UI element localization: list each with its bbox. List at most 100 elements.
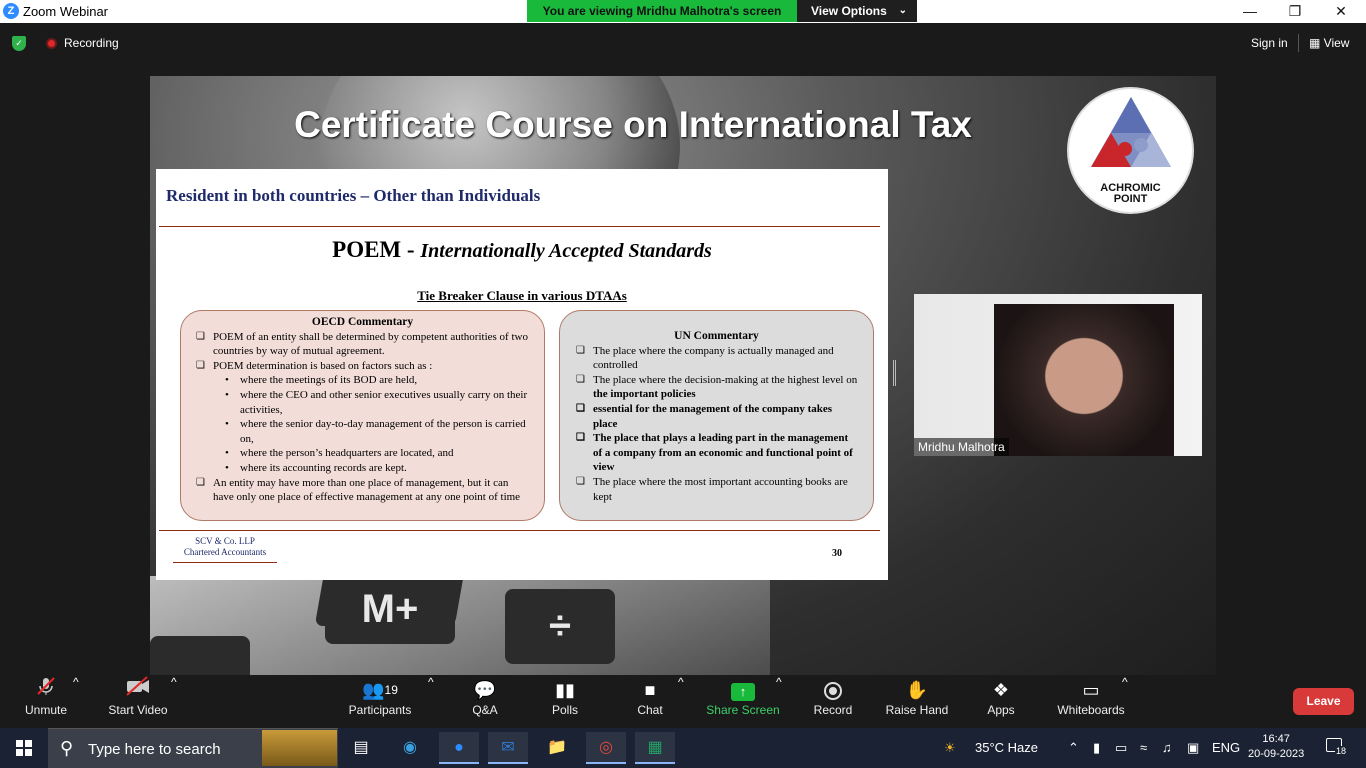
list-item: The place where the decision-making at t… <box>560 373 873 402</box>
share-screen-label: Share Screen <box>706 703 780 717</box>
weather-text[interactable]: 35°C Haze <box>975 740 1038 755</box>
qa-button[interactable]: 💬 Q&A <box>466 675 504 728</box>
list-item: essential for the management of the comp… <box>560 402 873 431</box>
sign-in-link[interactable]: Sign in <box>1251 36 1288 50</box>
record-icon <box>824 682 842 700</box>
battery-icon[interactable]: ▭ <box>1115 740 1127 756</box>
chat-caret[interactable]: ^ <box>678 675 684 728</box>
chrome-browser-icon[interactable]: ◎ <box>586 732 626 764</box>
search-placeholder: Type here to search <box>88 741 221 758</box>
hand-icon: ✋ <box>905 680 929 700</box>
viewing-screen-banner: You are viewing Mridhu Malhotra's screen <box>527 0 797 22</box>
list-item: where its accounting records are kept. <box>181 461 544 476</box>
achromic-point-logo: ACHROMIC POINT <box>1067 87 1194 214</box>
windows-start-icon[interactable] <box>16 740 32 756</box>
firm-footer: SCV & Co. LLP Chartered Accountants <box>173 536 277 563</box>
language-indicator[interactable]: ENG <box>1212 740 1240 755</box>
video-options-caret[interactable]: ^ <box>171 675 177 728</box>
recording-dot-icon <box>46 38 57 49</box>
speaker-video[interactable]: Mridhu Malhotra <box>914 294 1202 456</box>
polls-button[interactable]: ▮▮ Polls <box>546 675 584 728</box>
raise-hand-button[interactable]: ✋ Raise Hand <box>885 675 949 728</box>
wifi-icon[interactable]: ≈ <box>1140 740 1147 755</box>
clock-date: 20-09-2023 <box>1248 748 1305 760</box>
divider <box>1298 34 1299 52</box>
participants-button[interactable]: 👥19 Participants <box>346 675 414 728</box>
qa-label: Q&A <box>472 703 498 717</box>
course-title: Certificate Course on International Tax <box>294 104 972 145</box>
firm-subtitle: Chartered Accountants <box>183 547 267 557</box>
outlook-icon[interactable]: ✉ <box>488 732 528 764</box>
unmute-button[interactable]: Unmute <box>20 675 72 728</box>
list-item: The place where the most important accou… <box>560 475 873 504</box>
start-video-button[interactable]: Start Video <box>106 675 170 728</box>
view-label: View <box>1323 36 1350 50</box>
apps-icon: ❖ <box>992 680 1010 700</box>
list-item: where the meetings of its BOD are held, <box>181 373 544 388</box>
recording-label[interactable]: Recording <box>64 36 119 50</box>
whiteboards-label: Whiteboards <box>1057 703 1125 717</box>
participants-caret[interactable]: ^ <box>428 675 434 728</box>
minimize-button[interactable]: — <box>1227 0 1273 22</box>
meeting-topbar: ✓ Recording Sign in ▦ View <box>0 23 1366 63</box>
whiteboards-button[interactable]: ▭ Whiteboards <box>1055 675 1127 728</box>
whiteboards-caret[interactable]: ^ <box>1122 675 1128 728</box>
poem-main: POEM - <box>332 237 421 262</box>
un-list: The place where the company is actually … <box>560 344 873 505</box>
leave-button[interactable]: Leave <box>1293 688 1354 715</box>
window-title: Zoom Webinar <box>23 4 109 19</box>
resize-handle[interactable] <box>893 360 896 386</box>
list-item: The place where the company is actually … <box>560 344 873 373</box>
unmute-label: Unmute <box>24 703 68 717</box>
clock-time: 16:47 <box>1262 733 1290 745</box>
participants-label: Participants <box>348 703 412 717</box>
file-explorer-icon[interactable]: 📁 <box>537 732 577 764</box>
puzzle-triangle-icon <box>1091 97 1171 167</box>
share-screen-button[interactable]: ↑ Share Screen <box>706 675 780 728</box>
apps-button[interactable]: ❖ Apps <box>984 675 1018 728</box>
tie-breaker-heading: Tie Breaker Clause in various DTAAs <box>417 288 627 303</box>
slide-heading: Resident in both countries – Other than … <box>166 186 541 205</box>
speaker-name: Mridhu Malhotra <box>914 438 1009 456</box>
speaker-image <box>994 304 1174 456</box>
record-label: Record <box>813 703 853 717</box>
window-titlebar: Z Zoom Webinar You are viewing Mridhu Ma… <box>0 0 1366 23</box>
slide-page-number: 30 <box>832 548 842 559</box>
chevron-up-icon[interactable]: ⌃ <box>1068 740 1079 756</box>
list-item: where the senior day-to-day management o… <box>181 417 544 446</box>
excel-icon[interactable]: ▦ <box>635 732 675 764</box>
view-options-label: View Options <box>811 4 887 18</box>
grid-icon: ▦ <box>1309 36 1324 50</box>
shield-icon[interactable]: ✓ <box>12 36 26 51</box>
microphone-muted-icon <box>20 675 72 703</box>
weather-icon[interactable]: ☀ <box>944 740 956 756</box>
share-arrow-icon: ↑ <box>731 683 755 701</box>
audio-options-caret[interactable]: ^ <box>73 675 79 728</box>
oecd-title: OECD Commentary <box>311 316 414 328</box>
record-button[interactable]: Record <box>812 675 854 728</box>
edge-browser-icon[interactable]: ◉ <box>390 732 430 764</box>
system-clock[interactable]: 16:47 20-09-2023 <box>1248 732 1304 762</box>
share-caret[interactable]: ^ <box>776 675 782 728</box>
presentation-slide: Resident in both countries – Other than … <box>156 169 888 580</box>
notification-count: 18 <box>1335 746 1348 756</box>
task-view-icon[interactable]: ▤ <box>341 732 381 764</box>
maximize-button[interactable]: ❐ <box>1272 0 1318 22</box>
zoom-app-icon[interactable]: ● <box>439 732 479 764</box>
notification-icon[interactable]: 18 <box>1326 738 1348 756</box>
camera-off-icon <box>106 675 170 703</box>
calculator-key-divide: ÷ <box>505 589 615 664</box>
meet-now-icon[interactable]: ▣ <box>1187 740 1199 756</box>
close-button[interactable]: ✕ <box>1318 0 1364 22</box>
list-item-text: The place where the decision-making at t… <box>593 373 858 386</box>
view-options-button[interactable]: View Options ⌄ <box>797 0 917 22</box>
qa-icon: 💬 <box>473 680 497 700</box>
microphone-icon[interactable]: ▮ <box>1093 740 1100 756</box>
logo-text-2: POINT <box>1113 193 1148 205</box>
poem-title: POEM - Internationally Accepted Standard… <box>156 237 888 263</box>
oecd-commentary-box: OECD Commentary POEM of an entity shall … <box>180 310 545 521</box>
apps-label: Apps <box>987 703 1015 717</box>
speaker-icon[interactable]: ♫ <box>1162 740 1172 755</box>
view-button[interactable]: ▦ View <box>1309 36 1349 50</box>
chat-button[interactable]: ■ Chat <box>632 675 668 728</box>
